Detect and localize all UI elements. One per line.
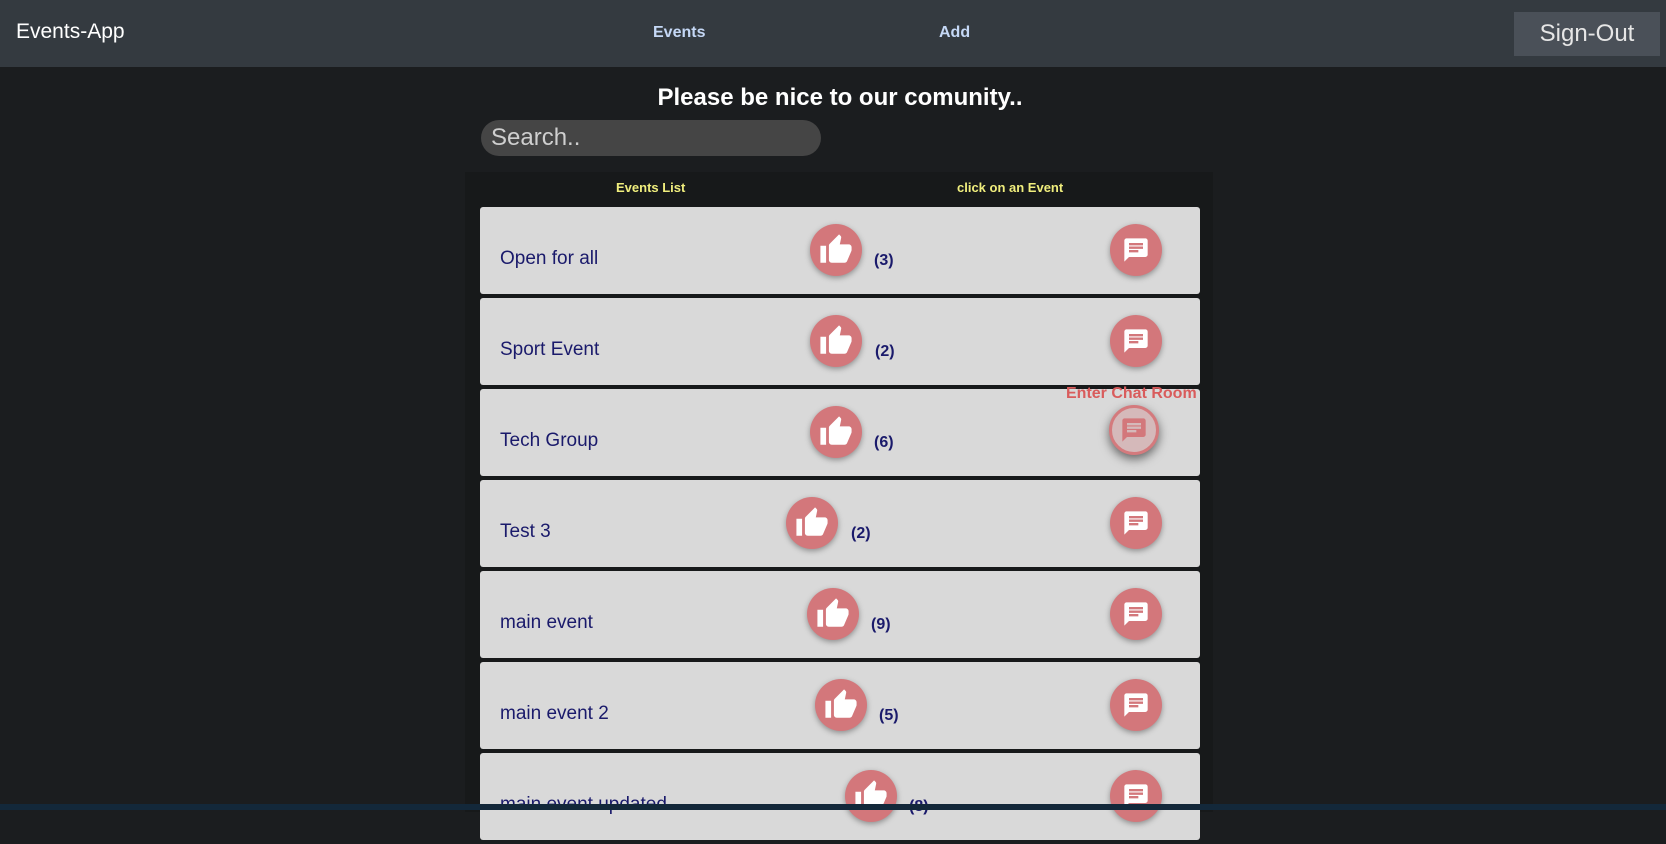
- like-count: (5): [879, 707, 899, 724]
- like-count: (9): [871, 616, 891, 633]
- chat-room-button[interactable]: [1110, 224, 1162, 276]
- events-list-title: Events List: [616, 180, 686, 195]
- event-title[interactable]: main event: [500, 612, 593, 634]
- event-title[interactable]: Sport Event: [500, 339, 599, 361]
- chat-icon: [1122, 691, 1150, 719]
- chat-room-button[interactable]: [1109, 405, 1159, 455]
- chat-icon: [1122, 509, 1150, 537]
- event-title[interactable]: Test 3: [500, 521, 551, 543]
- chat-room-button[interactable]: [1110, 588, 1162, 640]
- like-button[interactable]: [815, 679, 867, 731]
- chat-room-button[interactable]: [1110, 497, 1162, 549]
- sign-out-button[interactable]: Sign-Out: [1514, 12, 1660, 56]
- chat-room-tooltip: Enter Chat Room: [1066, 385, 1197, 402]
- like-count: (2): [851, 525, 871, 542]
- chat-room-button[interactable]: [1110, 679, 1162, 731]
- bottom-edge: [0, 804, 1666, 810]
- thumb-up-icon: [795, 506, 829, 540]
- thumb-up-icon: [819, 233, 853, 267]
- click-event-hint: click on an Event: [957, 180, 1064, 195]
- chat-room-button[interactable]: [1110, 770, 1162, 822]
- chat-icon: [1122, 236, 1150, 264]
- like-button[interactable]: [810, 406, 862, 458]
- like-button[interactable]: [810, 315, 862, 367]
- thumb-up-icon: [824, 688, 858, 722]
- event-row[interactable]: Sport Event (2): [480, 298, 1200, 385]
- event-row[interactable]: Open for all (3): [480, 207, 1200, 294]
- event-row[interactable]: main event 2 (5): [480, 662, 1200, 749]
- chat-room-button[interactable]: [1110, 315, 1162, 367]
- thumb-up-icon: [816, 597, 850, 631]
- event-row[interactable]: Test 3 (2): [480, 480, 1200, 567]
- app-brand[interactable]: Events-App: [16, 20, 125, 44]
- navbar: Events-App Events Add Sign-Out: [0, 0, 1666, 67]
- chat-icon: [1120, 416, 1148, 444]
- events-list: Open for all (3) Sport Event (2) Tech Gr…: [480, 207, 1200, 844]
- event-title[interactable]: Tech Group: [500, 430, 598, 452]
- like-button[interactable]: [845, 770, 897, 822]
- like-count: (3): [874, 252, 894, 269]
- like-count: (6): [874, 434, 894, 451]
- chat-icon: [1122, 600, 1150, 628]
- page-heading: Please be nice to our comunity..: [657, 84, 1023, 111]
- event-title[interactable]: main event 2: [500, 703, 609, 725]
- event-row[interactable]: main event (9): [480, 571, 1200, 658]
- like-count: (2): [875, 343, 895, 360]
- search-input[interactable]: [481, 120, 821, 156]
- nav-link-add[interactable]: Add: [939, 24, 970, 42]
- chat-icon: [1122, 327, 1150, 355]
- event-row[interactable]: main event updated (8): [480, 753, 1200, 840]
- thumb-up-icon: [819, 324, 853, 358]
- like-button[interactable]: [786, 497, 838, 549]
- event-title[interactable]: Open for all: [500, 248, 598, 270]
- event-row[interactable]: Tech Group (6) Enter Chat Room: [480, 385, 1200, 476]
- like-button[interactable]: [807, 588, 859, 640]
- thumb-up-icon: [819, 415, 853, 449]
- events-panel: Events List click on an Event Open for a…: [465, 172, 1213, 840]
- like-button[interactable]: [810, 224, 862, 276]
- nav-link-events[interactable]: Events: [653, 24, 705, 42]
